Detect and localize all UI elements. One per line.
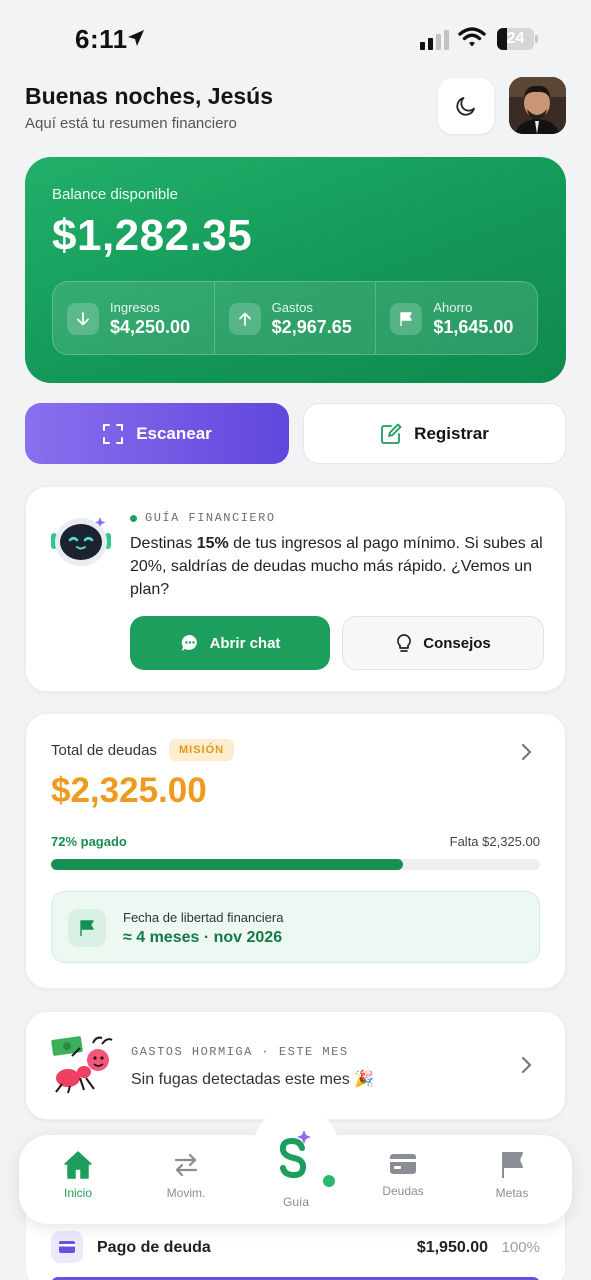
scan-label: Escanear bbox=[136, 423, 212, 443]
avatar[interactable] bbox=[509, 77, 566, 134]
nav-item-goals[interactable]: Metas bbox=[467, 1150, 557, 1210]
chevron-right-icon[interactable] bbox=[520, 742, 534, 762]
transfer-icon bbox=[174, 1153, 198, 1177]
mission-badge: MISIÓN bbox=[169, 739, 235, 761]
goal-row-value: $1,950.00 bbox=[416, 1239, 488, 1256]
debt-title: Total de deudas bbox=[51, 742, 157, 759]
chat-bubble-icon bbox=[181, 634, 197, 651]
stat-value: $2,967.65 bbox=[271, 317, 352, 337]
stat-value: $4,250.00 bbox=[110, 317, 191, 337]
stat-label: Ahorro bbox=[433, 300, 473, 315]
freedom-date-box: Fecha de libertad financiera ≈ 4 meses ·… bbox=[51, 891, 540, 963]
ant-expenses-card[interactable]: GASTOS HORMIGA · ESTE MES Sin fugas dete… bbox=[25, 1011, 566, 1120]
location-arrow-icon bbox=[128, 30, 144, 46]
tips-label: Consejos bbox=[423, 634, 491, 652]
register-button[interactable]: Registrar bbox=[303, 403, 566, 464]
stat-expenses: Gastos $2,967.65 bbox=[215, 282, 377, 354]
debt-amount: $2,325.00 bbox=[51, 771, 207, 810]
open-chat-button[interactable]: Abrir chat bbox=[130, 616, 330, 670]
nav-label: Inicio bbox=[63, 1186, 92, 1200]
ant-money-icon bbox=[51, 1036, 113, 1094]
financial-guide-card: GUÍA FINANCIERO Destinas 15% de tus ingr… bbox=[25, 486, 566, 692]
open-chat-label: Abrir chat bbox=[209, 634, 281, 652]
stat-label: Gastos bbox=[271, 300, 313, 315]
stat-income: Ingresos $4,250.00 bbox=[53, 282, 215, 354]
card-icon bbox=[390, 1154, 416, 1174]
edit-icon bbox=[381, 423, 402, 444]
debt-progress-fill bbox=[51, 859, 404, 870]
avatar-photo bbox=[509, 77, 566, 134]
status-time: 6:11 bbox=[75, 24, 128, 54]
debt-remaining-label: Falta $2,325.00 bbox=[449, 834, 540, 849]
flag-icon bbox=[390, 303, 423, 335]
register-label: Registrar bbox=[414, 423, 489, 443]
wifi-icon bbox=[458, 27, 486, 47]
flag-icon bbox=[68, 909, 106, 947]
ant-tag: GASTOS HORMIGA · ESTE MES bbox=[131, 1045, 349, 1059]
goal-row-label: Pago de deuda bbox=[97, 1239, 211, 1256]
total-debt-card[interactable]: Total de deudas MISIÓN $2,325.00 72% pag… bbox=[25, 713, 566, 989]
nav-label: Metas bbox=[495, 1186, 529, 1200]
balance-card: Balance disponible $1,282.35 Ingresos $4… bbox=[25, 157, 566, 383]
chevron-right-icon[interactable] bbox=[520, 1055, 534, 1075]
guide-tag-label: GUÍA FINANCIERO bbox=[145, 511, 276, 525]
status-bar: 6:11 24 bbox=[0, 0, 591, 80]
scan-icon bbox=[103, 423, 124, 444]
goal-row-percent: 100% bbox=[501, 1239, 540, 1256]
arrow-down-icon bbox=[67, 303, 99, 335]
ant-message: Sin fugas detectadas este mes 🎉 bbox=[131, 1071, 375, 1088]
lightbulb-icon bbox=[397, 634, 412, 652]
battery-icon: 24 bbox=[497, 28, 539, 50]
freedom-label: Fecha de libertad financiera bbox=[123, 910, 284, 925]
stat-label: Ingresos bbox=[110, 300, 160, 315]
guide-highlight: 15% bbox=[196, 535, 229, 552]
guide-message: Destinas 15% de tus ingresos al pago mín… bbox=[130, 535, 543, 598]
nav-label: Guía bbox=[282, 1195, 309, 1209]
greeting-subtitle: Aquí está tu resumen financiero bbox=[25, 115, 237, 132]
arrow-up-icon bbox=[228, 303, 261, 335]
guide-tag: GUÍA FINANCIERO bbox=[130, 511, 276, 525]
moon-icon bbox=[456, 97, 475, 116]
debt-paid-label: 72% pagado bbox=[51, 834, 127, 849]
debt-progress-bar bbox=[51, 859, 540, 870]
robot-assistant-icon bbox=[51, 517, 111, 566]
nav-label: Movim. bbox=[166, 1186, 206, 1200]
credit-card-icon bbox=[51, 1231, 83, 1263]
dark-mode-button[interactable] bbox=[438, 78, 494, 134]
nav-item-home[interactable]: Inicio bbox=[33, 1150, 123, 1210]
nav-item-debts[interactable]: Deudas bbox=[358, 1150, 448, 1210]
online-dot-icon bbox=[130, 514, 137, 522]
home-icon bbox=[64, 1151, 92, 1179]
balance-stats: Ingresos $4,250.00 Gastos $2,967.65 Ahor… bbox=[52, 281, 538, 355]
balance-label: Balance disponible bbox=[52, 186, 178, 203]
freedom-value: ≈ 4 meses · nov 2026 bbox=[123, 929, 283, 946]
flag-icon bbox=[502, 1152, 523, 1178]
battery-level: 24 bbox=[506, 30, 525, 47]
stat-value: $1,645.00 bbox=[433, 317, 514, 337]
signal-icon bbox=[420, 30, 449, 50]
guide-logo-icon bbox=[279, 1130, 311, 1179]
scan-button[interactable]: Escanear bbox=[25, 403, 289, 464]
balance-amount: $1,282.35 bbox=[52, 211, 253, 260]
nav-item-movements[interactable]: Movim. bbox=[141, 1150, 231, 1210]
guide-status-dot bbox=[323, 1175, 335, 1187]
greeting-title: Buenas noches, Jesús bbox=[25, 83, 273, 109]
tips-button[interactable]: Consejos bbox=[342, 616, 544, 670]
stat-savings: Ahorro $1,645.00 bbox=[376, 282, 537, 354]
nav-label: Deudas bbox=[382, 1184, 424, 1198]
nav-item-guide[interactable]: Guía bbox=[252, 1120, 340, 1215]
